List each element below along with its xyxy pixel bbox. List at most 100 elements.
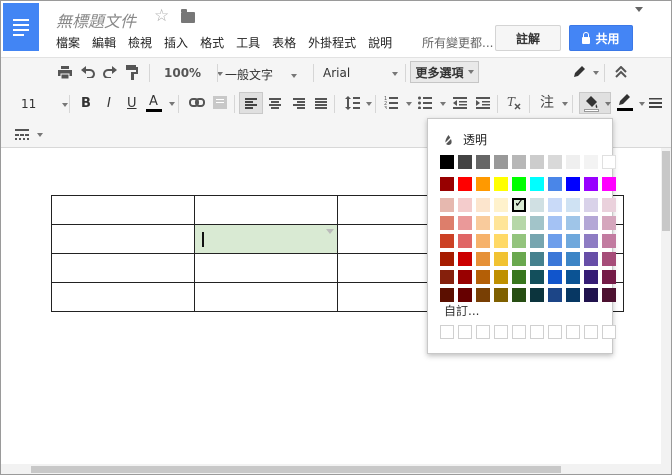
color-swatch[interactable]	[530, 177, 544, 191]
color-swatch[interactable]	[584, 288, 598, 302]
save-status[interactable]: 所有變更都...	[422, 34, 493, 51]
color-swatch[interactable]	[494, 216, 508, 230]
color-swatch[interactable]	[476, 270, 490, 284]
color-swatch[interactable]	[440, 252, 454, 266]
align-left-button[interactable]	[239, 92, 263, 114]
color-swatch[interactable]	[602, 155, 616, 169]
menu-format[interactable]: 格式	[200, 34, 224, 51]
color-swatch[interactable]	[566, 234, 580, 248]
align-center-icon[interactable]	[269, 98, 281, 109]
color-swatch[interactable]	[458, 155, 472, 169]
menu-help[interactable]: 說明	[368, 34, 392, 51]
increase-indent-icon[interactable]	[476, 97, 490, 109]
chevron-down-icon[interactable]	[639, 102, 645, 106]
color-swatch[interactable]	[584, 155, 598, 169]
color-swatch[interactable]	[494, 234, 508, 248]
color-swatch[interactable]	[530, 288, 544, 302]
menu-addons[interactable]: 外掛程式	[308, 34, 356, 51]
menu-view[interactable]: 檢視	[128, 34, 152, 51]
border-width-icon[interactable]	[649, 98, 662, 108]
border-color-icon[interactable]	[617, 94, 633, 112]
color-swatch[interactable]	[476, 198, 490, 212]
table-cell[interactable]	[51, 195, 195, 225]
bulleted-list-icon[interactable]	[418, 96, 432, 109]
color-swatch[interactable]	[476, 177, 490, 191]
table-cell[interactable]	[194, 195, 338, 225]
color-swatch[interactable]	[530, 216, 544, 230]
color-swatch[interactable]	[602, 234, 616, 248]
color-swatch[interactable]	[512, 288, 526, 302]
link-icon[interactable]	[189, 98, 205, 107]
color-swatch[interactable]	[440, 198, 454, 212]
custom-color-slot[interactable]	[602, 325, 616, 339]
color-swatch[interactable]	[584, 216, 598, 230]
redo-icon[interactable]	[103, 66, 117, 78]
menu-tools[interactable]: 工具	[236, 34, 260, 51]
table-cell-selected[interactable]	[194, 224, 338, 254]
color-swatch[interactable]	[602, 252, 616, 266]
color-swatch[interactable]	[440, 234, 454, 248]
underline-button[interactable]: U	[127, 97, 137, 110]
color-swatch[interactable]	[566, 155, 580, 169]
chevron-down-icon[interactable]	[366, 102, 372, 106]
color-swatch[interactable]	[602, 216, 616, 230]
color-swatch[interactable]	[530, 234, 544, 248]
color-swatch[interactable]	[494, 288, 508, 302]
italic-button[interactable]: I	[107, 97, 111, 110]
collapse-toolbar-icon[interactable]	[615, 66, 627, 78]
color-swatch[interactable]	[458, 198, 472, 212]
color-swatch[interactable]	[602, 288, 616, 302]
color-swatch[interactable]	[584, 177, 598, 191]
color-swatch[interactable]	[602, 270, 616, 284]
chevron-down-icon[interactable]	[169, 102, 175, 106]
print-icon[interactable]	[58, 66, 72, 79]
border-dash-icon[interactable]	[15, 129, 29, 140]
menu-file[interactable]: 檔案	[56, 34, 80, 51]
docs-logo-icon[interactable]	[3, 3, 39, 51]
color-swatch[interactable]	[512, 270, 526, 284]
color-swatch[interactable]	[512, 216, 526, 230]
menu-table[interactable]: 表格	[272, 34, 296, 51]
font-select[interactable]: Arial	[323, 66, 399, 80]
color-swatch[interactable]	[566, 252, 580, 266]
color-swatch[interactable]	[476, 234, 490, 248]
color-swatch[interactable]	[548, 198, 562, 212]
color-swatch[interactable]	[566, 198, 580, 212]
color-swatch[interactable]	[476, 155, 490, 169]
color-swatch[interactable]	[494, 198, 508, 212]
color-swatch[interactable]	[458, 234, 472, 248]
chevron-down-icon[interactable]	[562, 102, 568, 106]
custom-color-slot[interactable]	[512, 325, 526, 339]
color-swatch[interactable]	[566, 216, 580, 230]
star-icon[interactable]: ☆	[154, 6, 169, 26]
line-spacing-icon[interactable]	[345, 96, 360, 110]
horizontal-scrollbar-thumb[interactable]	[31, 466, 561, 473]
chevron-down-icon[interactable]	[37, 133, 43, 137]
zoom-select[interactable]: 100%	[164, 66, 224, 80]
color-swatch[interactable]	[530, 198, 544, 212]
custom-color-slot[interactable]	[566, 325, 580, 339]
color-swatch[interactable]	[440, 177, 454, 191]
color-swatch[interactable]	[584, 198, 598, 212]
table-cell[interactable]	[194, 282, 338, 312]
menu-insert[interactable]: 插入	[164, 34, 188, 51]
transparent-option[interactable]: 透明	[444, 131, 487, 148]
color-swatch[interactable]	[512, 155, 526, 169]
color-swatch[interactable]	[548, 234, 562, 248]
color-swatch[interactable]	[602, 177, 616, 191]
paragraph-style-select[interactable]: 一般文字	[225, 66, 298, 83]
header-collapse-arrow-icon[interactable]	[635, 7, 643, 12]
color-swatch[interactable]	[566, 177, 580, 191]
vertical-scrollbar-thumb[interactable]	[662, 151, 670, 231]
color-swatch[interactable]	[440, 288, 454, 302]
custom-color-slot[interactable]	[440, 325, 454, 339]
custom-color-slot[interactable]	[494, 325, 508, 339]
color-swatch[interactable]	[548, 155, 562, 169]
color-swatch[interactable]	[530, 270, 544, 284]
color-swatch[interactable]	[440, 270, 454, 284]
color-swatch[interactable]	[476, 252, 490, 266]
color-swatch[interactable]	[476, 216, 490, 230]
color-swatch[interactable]	[530, 155, 544, 169]
share-button[interactable]: 共用	[569, 25, 633, 51]
folder-icon[interactable]	[181, 9, 195, 23]
